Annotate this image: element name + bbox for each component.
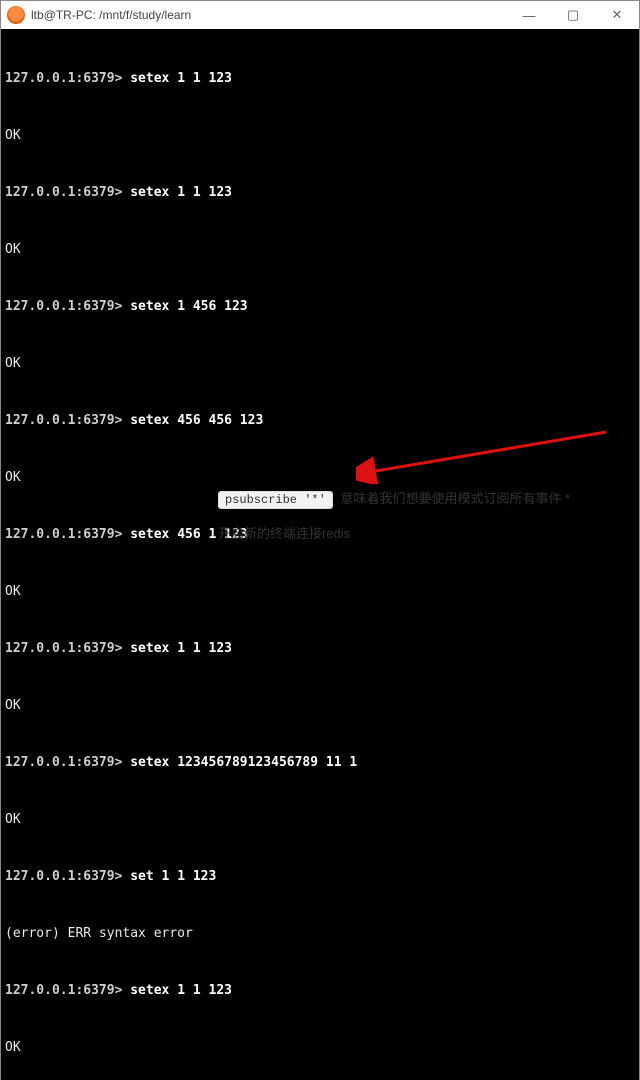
- output-ok: OK: [5, 468, 635, 487]
- titlebar[interactable]: ltb@TR-PC: /mnt/f/study/learn — ▢ ✕: [1, 1, 639, 29]
- output-ok: OK: [5, 354, 635, 373]
- terminal-body[interactable]: 127.0.0.1:6379> setex 1 1 123 OK 127.0.0…: [1, 29, 639, 1080]
- output-ok: OK: [5, 126, 635, 145]
- output-ok: OK: [5, 696, 635, 715]
- cmd-line: setex 1 1 123: [130, 641, 232, 656]
- cmd-line: set 1 1 123: [130, 869, 216, 884]
- redis-prompt: 127.0.0.1:6379>: [5, 71, 130, 86]
- redis-prompt: 127.0.0.1:6379>: [5, 755, 130, 770]
- cmd-line: setex 1 1 123: [130, 71, 232, 86]
- redis-prompt: 127.0.0.1:6379>: [5, 983, 130, 998]
- redis-prompt: 127.0.0.1:6379>: [5, 299, 130, 314]
- cmd-line: setex 1 1 123: [130, 185, 232, 200]
- note-text-1: 意味着我们想要使用模式订阅所有事件 *: [340, 491, 570, 506]
- ubuntu-icon: [7, 6, 25, 24]
- cmd-line: setex 1 1 123: [130, 983, 232, 998]
- note-text-2: 开启新的终端连接redis: [218, 523, 638, 542]
- note-code: psubscribe '*': [218, 491, 333, 509]
- output-ok: OK: [5, 810, 635, 829]
- cmd-line: setex 123456789123456789 11 1: [130, 755, 357, 770]
- minimize-button[interactable]: —: [507, 1, 551, 29]
- output-ok: OK: [5, 1038, 635, 1057]
- maximize-button[interactable]: ▢: [551, 1, 595, 29]
- output-error: (error) ERR syntax error: [5, 924, 635, 943]
- output-ok: OK: [5, 582, 635, 601]
- redis-prompt: 127.0.0.1:6379>: [5, 413, 130, 428]
- redis-prompt: 127.0.0.1:6379>: [5, 185, 130, 200]
- window-title: ltb@TR-PC: /mnt/f/study/learn: [31, 8, 507, 22]
- note-line-1: psubscribe '*' 意味着我们想要使用模式订阅所有事件 *: [218, 488, 638, 509]
- redis-prompt: 127.0.0.1:6379>: [5, 869, 130, 884]
- close-button[interactable]: ✕: [595, 1, 639, 29]
- redis-prompt: 127.0.0.1:6379>: [5, 641, 130, 656]
- window-buttons: — ▢ ✕: [507, 1, 639, 29]
- output-ok: OK: [5, 240, 635, 259]
- cmd-line: setex 456 456 123: [130, 413, 263, 428]
- annotation-notes: psubscribe '*' 意味着我们想要使用模式订阅所有事件 * 开启新的终…: [218, 488, 638, 542]
- cmd-line: setex 1 456 123: [130, 299, 247, 314]
